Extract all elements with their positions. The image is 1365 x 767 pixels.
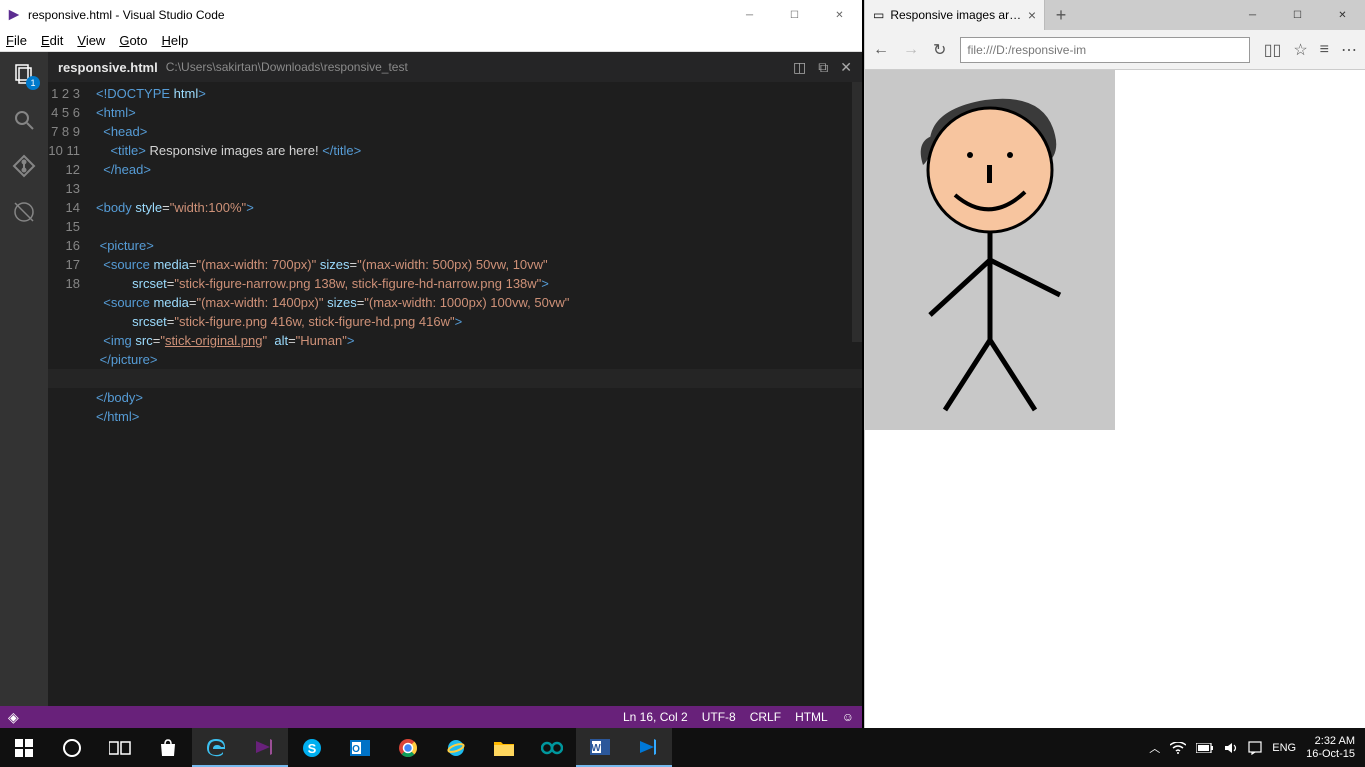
- status-eol[interactable]: CRLF: [750, 710, 781, 724]
- favorite-icon[interactable]: ☆: [1293, 40, 1307, 60]
- tray-language[interactable]: ENG: [1272, 742, 1296, 754]
- tray-volume-icon[interactable]: [1224, 741, 1238, 755]
- svg-text:W: W: [591, 743, 601, 754]
- explorer-icon[interactable]: 1: [10, 60, 38, 88]
- edge-tab-close-icon[interactable]: ×: [1028, 7, 1036, 23]
- edge-tab[interactable]: ▭ Responsive images are h ×: [865, 0, 1045, 30]
- more-actions-icon[interactable]: ⋯: [1341, 40, 1357, 60]
- taskbar: S O W ︿ ENG 2:32 AM 16-Oct-15: [0, 728, 1365, 767]
- taskbar-explorer-icon[interactable]: [480, 728, 528, 767]
- vscode-title: responsive.html - Visual Studio Code: [28, 8, 727, 22]
- edge-maximize-button[interactable]: ☐: [1275, 0, 1320, 30]
- code-editor[interactable]: 1 2 3 4 5 6 7 8 9 10 11 12 13 14 15 16 1…: [48, 82, 862, 706]
- edge-window: ▭ Responsive images are h × + ─ ☐ ✕ ← → …: [864, 0, 1365, 728]
- menu-goto[interactable]: Goto: [119, 33, 147, 48]
- debug-icon[interactable]: [10, 198, 38, 226]
- edge-toolbar: ← → ↻ file:///D:/responsive-im ▯▯ ☆ ≡ ⋯: [865, 30, 1365, 70]
- status-encoding[interactable]: UTF-8: [702, 710, 736, 724]
- tab-file-icon: ▭: [873, 8, 884, 22]
- edge-tab-title: Responsive images are h: [890, 8, 1021, 22]
- line-numbers: 1 2 3 4 5 6 7 8 9 10 11 12 13 14 15 16 1…: [48, 82, 96, 706]
- taskbar-chrome-icon[interactable]: [384, 728, 432, 767]
- edge-viewport: [865, 70, 1365, 728]
- vscode-statusbar: ◈ Ln 16, Col 2 UTF-8 CRLF HTML ☺: [0, 706, 862, 728]
- status-feedback-icon[interactable]: ☺: [842, 710, 854, 724]
- editor-tab-path: C:\Users\sakirtan\Downloads\responsive_t…: [166, 60, 408, 74]
- taskbar-word-icon[interactable]: W: [576, 728, 624, 767]
- svg-text:S: S: [308, 741, 317, 756]
- status-language[interactable]: HTML: [795, 710, 828, 724]
- editor-tab-filename[interactable]: responsive.html: [58, 60, 158, 75]
- address-bar[interactable]: file:///D:/responsive-im: [960, 37, 1249, 63]
- taskbar-ie-icon[interactable]: [432, 728, 480, 767]
- tray-notifications-icon[interactable]: [1248, 741, 1262, 755]
- edge-new-tab-button[interactable]: +: [1045, 0, 1077, 30]
- git-icon[interactable]: [10, 152, 38, 180]
- back-icon[interactable]: ←: [873, 41, 889, 59]
- edge-minimize-button[interactable]: ─: [1230, 0, 1275, 30]
- taskbar-vs-icon[interactable]: [240, 728, 288, 767]
- vscode-logo-icon: [6, 7, 22, 23]
- taskbar-edge-icon[interactable]: [192, 728, 240, 767]
- status-position[interactable]: Ln 16, Col 2: [623, 710, 688, 724]
- taskbar-vscode-icon[interactable]: [624, 728, 672, 767]
- more-icon[interactable]: ⧉: [818, 59, 828, 76]
- maximize-button[interactable]: ☐: [772, 0, 817, 30]
- taskbar-arduino-icon[interactable]: [528, 728, 576, 767]
- status-sync-icon[interactable]: ◈: [8, 709, 19, 726]
- svg-text:O: O: [352, 744, 360, 755]
- menu-edit[interactable]: Edit: [41, 33, 63, 48]
- tray-clock[interactable]: 2:32 AM 16-Oct-15: [1306, 735, 1355, 761]
- tray-wifi-icon[interactable]: [1170, 742, 1186, 754]
- minimize-button[interactable]: ─: [727, 0, 772, 30]
- edge-close-button[interactable]: ✕: [1320, 0, 1365, 30]
- close-tab-icon[interactable]: ✕: [840, 59, 852, 76]
- hub-icon[interactable]: ≡: [1320, 41, 1329, 59]
- system-tray: ︿ ENG 2:32 AM 16-Oct-15: [1149, 735, 1365, 761]
- menu-file[interactable]: File: [6, 33, 27, 48]
- edge-tabstrip: ▭ Responsive images are h × + ─ ☐ ✕: [865, 0, 1365, 30]
- task-view-button[interactable]: [96, 728, 144, 767]
- split-editor-icon[interactable]: ◫: [793, 59, 806, 76]
- vscode-menubar: File Edit View Goto Help: [0, 30, 862, 52]
- taskbar-outlook-icon[interactable]: O: [336, 728, 384, 767]
- explorer-badge: 1: [26, 76, 40, 90]
- stick-figure-image: [865, 70, 1115, 430]
- search-icon[interactable]: [10, 106, 38, 134]
- tray-chevron-up-icon[interactable]: ︿: [1149, 740, 1160, 756]
- forward-icon[interactable]: →: [903, 41, 919, 59]
- reading-view-icon[interactable]: ▯▯: [1264, 40, 1282, 60]
- tray-battery-icon[interactable]: [1196, 743, 1214, 753]
- menu-help[interactable]: Help: [162, 33, 189, 48]
- activity-bar: 1: [0, 52, 48, 706]
- cortana-button[interactable]: [48, 728, 96, 767]
- start-button[interactable]: [0, 728, 48, 767]
- taskbar-skype-icon[interactable]: S: [288, 728, 336, 767]
- editor-tabs: responsive.html C:\Users\sakirtan\Downlo…: [48, 52, 862, 82]
- code-content[interactable]: <!DOCTYPE html> <html> <head> <title> Re…: [96, 82, 862, 706]
- menu-view[interactable]: View: [77, 33, 105, 48]
- vscode-titlebar[interactable]: responsive.html - Visual Studio Code ─ ☐…: [0, 0, 862, 30]
- close-button[interactable]: ✕: [817, 0, 862, 30]
- taskbar-store-icon[interactable]: [144, 728, 192, 767]
- refresh-icon[interactable]: ↻: [933, 40, 946, 60]
- vscode-window: responsive.html - Visual Studio Code ─ ☐…: [0, 0, 862, 728]
